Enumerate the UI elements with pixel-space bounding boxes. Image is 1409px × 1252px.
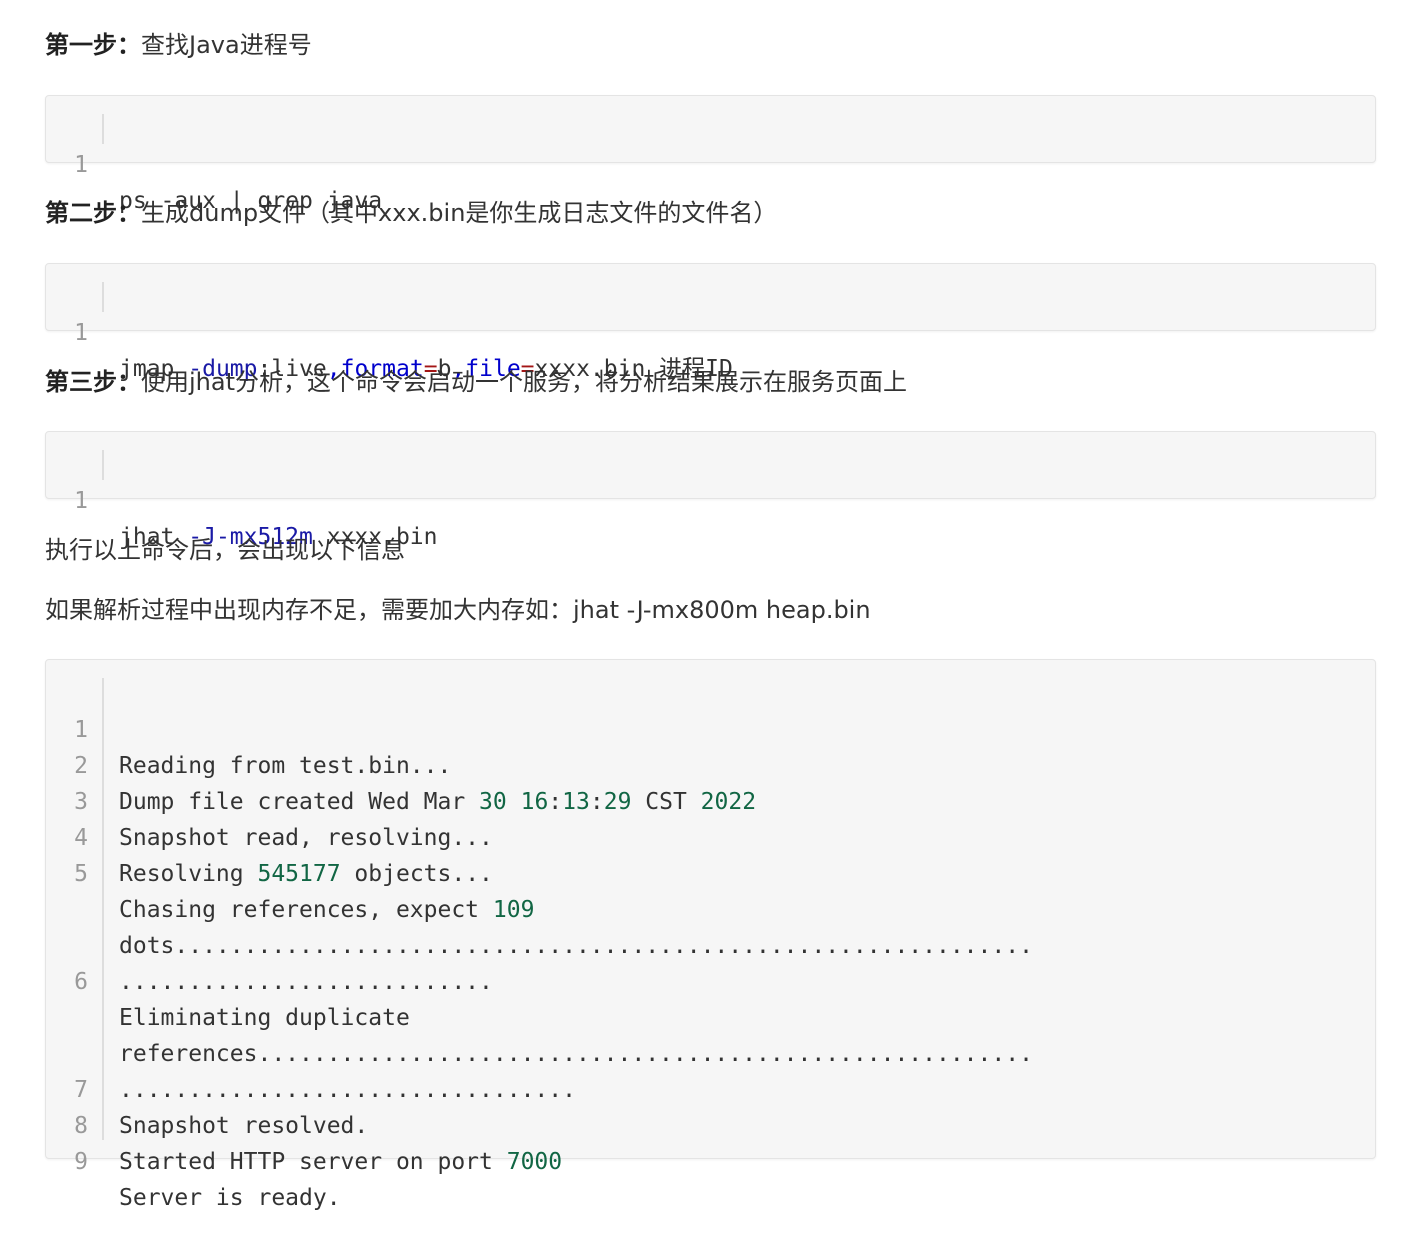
code-line: 6 Eliminating duplicate [46, 928, 1375, 1031]
line-number: 9 [74, 1149, 88, 1175]
paragraph-memory-tip: 如果解析过程中出现内存不足，需要加大内存如：jhat -J-mx800m hea… [45, 596, 871, 624]
code-token-number: 7000 [506, 1149, 563, 1175]
code-line-wrapped: dots....................................… [46, 856, 1375, 959]
step-3-label: 第三步： [45, 368, 141, 396]
output-lines: 1 Reading from test.bin... 2 Dump file c… [46, 676, 1375, 1211]
code-line: 9 Server is ready. [46, 1108, 1375, 1211]
step-3-text: 使用jhat分析，这个命令会启动一个服务，将分析结果展示在服务页面上 [141, 368, 907, 396]
code-token: Server is ready. [119, 1185, 341, 1211]
code-text: Server is ready. [119, 1180, 341, 1216]
code-block-jmap[interactable]: 1 jmap -dump:live,format=b,file=xxxx.bin… [45, 263, 1376, 382]
line-number: 1 [74, 152, 88, 178]
code-block-output[interactable]: 1 Reading from test.bin... 2 Dump file c… [45, 659, 1376, 1211]
code-line: 7 Snapshot resolved. [46, 1036, 1375, 1139]
code-line: 1 jhat -J-mx512m xxxx.bin [46, 447, 1375, 550]
step-1-text: 查找Java进程号 [141, 31, 312, 59]
line-number: 1 [74, 320, 88, 346]
step-2-text: 生成dump文件（其中xxx.bin是你生成日志文件的文件名） [141, 199, 778, 227]
code-token: Started HTTP server on port [119, 1149, 507, 1175]
step-3-heading: 第三步：使用jhat分析，这个命令会启动一个服务，将分析结果展示在服务页面上 [45, 365, 907, 399]
code-line: 4 Resolving 545177 objects... [46, 784, 1375, 887]
code-line: 1 jmap -dump:live,format=b,file=xxxx.bin… [46, 279, 1375, 382]
code-line-wrapped: ........................... [46, 892, 1375, 995]
paragraph-after-commands: 执行以上命令后，会出现以下信息 [45, 536, 405, 564]
code-text: Started HTTP server on port 7000 [119, 1144, 562, 1180]
code-block-jhat[interactable]: 1 jhat -J-mx512m xxxx.bin [45, 431, 1376, 550]
code-block-find-pid[interactable]: 1 ps -aux | grep java [45, 95, 1376, 214]
code-line-wrapped: references..............................… [46, 964, 1375, 1067]
code-line: 5 Chasing references, expect 109 [46, 820, 1375, 923]
code-line: 8 Started HTTP server on port 7000 [46, 1072, 1375, 1175]
code-line: 2 Dump file created Wed Mar 30 16:13:29 … [46, 712, 1375, 815]
code-line: 1 ps -aux | grep java [46, 111, 1375, 214]
step-2-heading: 第二步：生成dump文件（其中xxx.bin是你生成日志文件的文件名） [45, 196, 777, 230]
code-line: 3 Snapshot read, resolving... [46, 748, 1375, 851]
line-number: 1 [74, 488, 88, 514]
step-2-label: 第二步： [45, 199, 141, 227]
code-line: 1 Reading from test.bin... [46, 676, 1375, 779]
code-line-wrapped: ................................. [46, 1000, 1375, 1103]
step-1-label: 第一步： [45, 31, 141, 59]
step-1-heading: 第一步：查找Java进程号 [45, 28, 312, 62]
